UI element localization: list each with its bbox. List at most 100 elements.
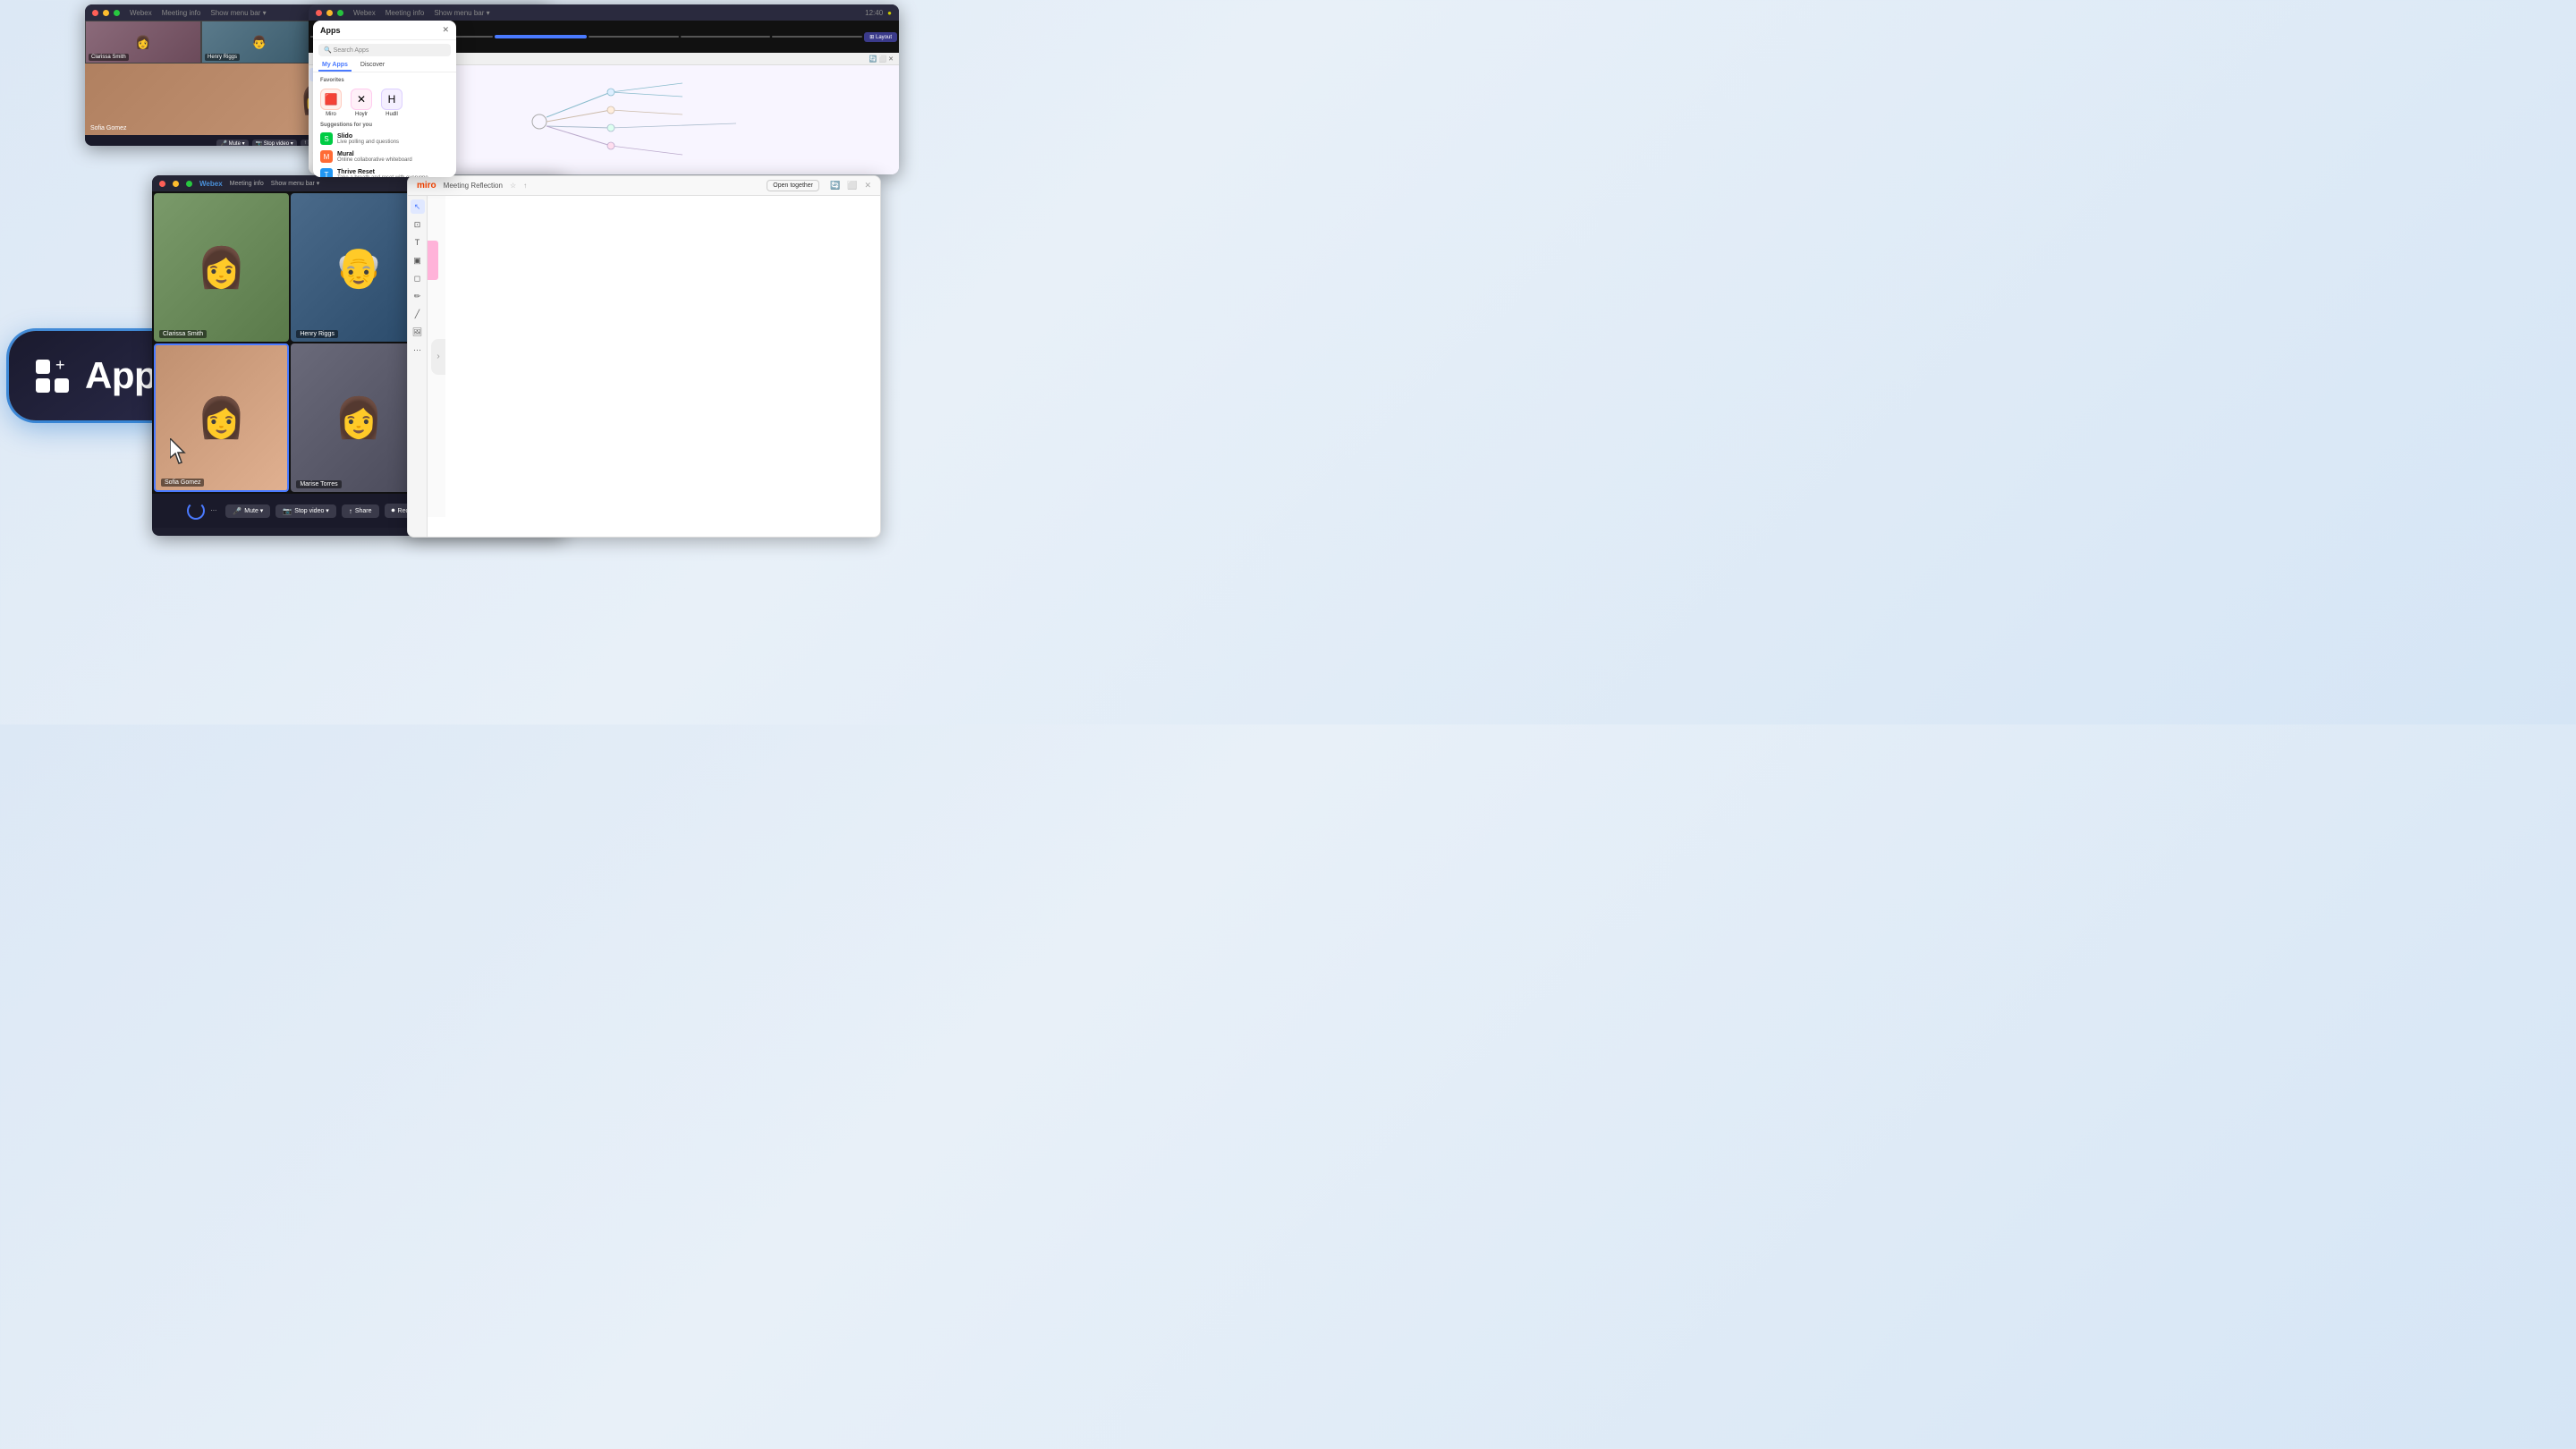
refresh-icon-br[interactable]: 🔄 bbox=[830, 181, 840, 191]
webex-logo-topleft: Webex bbox=[130, 9, 152, 17]
cell-name-marise: Marise Torres bbox=[296, 480, 341, 488]
pen-tool-br[interactable]: ✏ bbox=[411, 289, 425, 303]
apps-favorites-list: 🟥 Miro ✕ Hoylr H Hudll bbox=[313, 85, 456, 121]
image-tool-br[interactable]: 🖼 bbox=[411, 325, 425, 339]
thrive-desc: Take a breath and reset with everyone bbox=[337, 175, 449, 178]
maximize-dot[interactable] bbox=[114, 10, 120, 16]
close-dot-tr[interactable] bbox=[316, 10, 322, 16]
miro-content-br: ↖ ⊡ T ▣ ◻ ✏ ╱ 🖼 ⋯ What have you learned?… bbox=[408, 196, 880, 537]
meeting-info-bl[interactable]: Meeting info bbox=[230, 181, 264, 187]
cell-name-sofia: Sofia Gomez bbox=[161, 479, 204, 487]
suggestion-slido[interactable]: S Slido Live polling and questions bbox=[313, 130, 456, 148]
show-menu-tr[interactable]: Show menu bar ▾ bbox=[434, 9, 489, 17]
show-menu-bl[interactable]: Show menu bar ▾ bbox=[271, 180, 320, 187]
fav-app-miro[interactable]: 🟥 Miro bbox=[320, 89, 342, 117]
apps-panel-title: Apps bbox=[320, 26, 341, 35]
suggestions-label: Suggestions for you bbox=[313, 121, 456, 130]
shape-tool-br[interactable]: ◻ bbox=[411, 271, 425, 285]
connector-tool-br[interactable]: ╱ bbox=[411, 307, 425, 321]
mute-button-topleft[interactable]: 🎤 Mute ▾ bbox=[216, 140, 248, 147]
loading-spinner-bl bbox=[187, 502, 205, 520]
participant-thumb-1: 👩 Clarissa Smith bbox=[85, 21, 201, 64]
close-icon-br[interactable]: ✕ bbox=[864, 181, 871, 191]
part-tr-6 bbox=[772, 36, 862, 38]
min-dot-bl[interactable] bbox=[173, 181, 179, 187]
cell-name-clarissa: Clarissa Smith bbox=[159, 330, 207, 338]
video-cell-clarissa: 👩 Clarissa Smith bbox=[154, 193, 289, 342]
hudll-fav-label: Hudll bbox=[386, 112, 398, 117]
apps-panel-header: Apps ✕ bbox=[313, 21, 456, 40]
mural-icon: M bbox=[320, 150, 333, 163]
apps-search-input[interactable]: 🔍 Search Apps bbox=[318, 44, 451, 56]
frame-tool-br[interactable]: ⊡ bbox=[411, 217, 425, 232]
cell-name-henry: Henry Riggs bbox=[296, 330, 338, 338]
part-tr-4 bbox=[589, 36, 679, 38]
miro-logo-br: miro bbox=[417, 181, 436, 191]
suggestion-thrive[interactable]: T Thrive Reset Take a breath and reset w… bbox=[313, 165, 456, 177]
max-dot-bl[interactable] bbox=[186, 181, 192, 187]
slido-desc: Live polling and questions bbox=[337, 140, 449, 145]
webex-logo-bl: Webex bbox=[199, 180, 223, 188]
close-dot-bl[interactable] bbox=[159, 181, 165, 187]
window-titlebar-topright: Webex Meeting info Show menu bar ▾ 12:40… bbox=[309, 4, 899, 21]
star-icon-br[interactable]: ☆ bbox=[510, 182, 516, 190]
more-dots-bl: ⋯ bbox=[210, 507, 216, 514]
favorites-label: Favorites bbox=[313, 76, 456, 85]
cursor-icon bbox=[170, 438, 191, 467]
show-menu-bar[interactable]: Show menu bar ▾ bbox=[210, 9, 266, 17]
stop-video-btn-bl[interactable]: 📷 Stop video ▾ bbox=[275, 504, 336, 518]
hudll-fav-icon: H bbox=[381, 89, 402, 110]
time-tr: 12:40 bbox=[865, 9, 883, 17]
hoylr-fav-label: Hoylr bbox=[355, 112, 368, 117]
thrive-name: Thrive Reset bbox=[337, 169, 449, 175]
scroll-hint-br[interactable]: › bbox=[431, 339, 445, 375]
expand-icon-br[interactable]: ⬜ bbox=[847, 181, 857, 191]
miro-fav-label: Miro bbox=[326, 112, 336, 117]
maximize-dot-tr[interactable] bbox=[337, 10, 343, 16]
miro-window-bottomright: miro Meeting Reflection ☆ ↑ Open togethe… bbox=[407, 175, 881, 538]
mural-desc: Online collaborative whiteboard bbox=[337, 157, 449, 163]
miro-canvas-br: What have you learned? What was surp... … bbox=[428, 196, 445, 517]
my-apps-tab[interactable]: My Apps bbox=[318, 60, 352, 72]
layout-button-tr[interactable]: ⊞ Layout bbox=[864, 32, 897, 42]
miro-fav-icon: 🟥 bbox=[320, 89, 342, 110]
webex-logo-tr: Webex bbox=[353, 9, 376, 17]
thrive-icon: T bbox=[320, 168, 333, 177]
video-cell-henry: 👴 Henry Riggs bbox=[291, 193, 426, 342]
video-cell-sofia: 👩 Sofia Gomez bbox=[154, 343, 289, 492]
text-tool-br[interactable]: T bbox=[411, 235, 425, 250]
fav-app-hoylr[interactable]: ✕ Hoylr bbox=[351, 89, 372, 117]
apps-panel-close-button[interactable]: ✕ bbox=[442, 25, 449, 35]
suggestion-mural[interactable]: M Mural Online collaborative whiteboard bbox=[313, 148, 456, 165]
fav-app-hudll[interactable]: H Hudll bbox=[381, 89, 402, 117]
video-cell-marise: 👩 Marise Torres bbox=[291, 343, 426, 492]
mute-btn-bl[interactable]: 🎤 Mute ▾ bbox=[225, 504, 270, 518]
meeting-info-tr[interactable]: Meeting info bbox=[386, 9, 425, 17]
stop-video-button-topleft[interactable]: 📷 Stop video ▾ bbox=[252, 140, 297, 147]
participant-name-2: Henry Riggs bbox=[205, 54, 240, 61]
open-together-button[interactable]: Open together bbox=[767, 180, 819, 191]
part-tr-3 bbox=[495, 35, 587, 38]
sticky-tool-br[interactable]: ▣ bbox=[411, 253, 425, 267]
apps-tabs: My Apps Discover bbox=[313, 60, 456, 72]
sticky-partial: gu... n... visi... bbox=[428, 241, 438, 280]
minimize-dot[interactable] bbox=[103, 10, 109, 16]
participant-name-1: Clarissa Smith bbox=[89, 54, 129, 61]
share-icon-br[interactable]: ↑ bbox=[523, 182, 527, 190]
share-btn-bl[interactable]: ↑ Share bbox=[342, 504, 379, 518]
more-tools-br[interactable]: ⋯ bbox=[411, 343, 425, 357]
miro-board-label-br: Meeting Reflection bbox=[444, 182, 503, 190]
hoylr-fav-icon: ✕ bbox=[351, 89, 372, 110]
discover-tab[interactable]: Discover bbox=[357, 60, 388, 72]
main-speaker-name: Sofia Gomez bbox=[90, 125, 126, 131]
status-tr: ● bbox=[887, 9, 892, 17]
mindmap-svg bbox=[432, 65, 754, 174]
apps-dropdown-panel: Apps ✕ 🔍 Search Apps My Apps Discover Fa… bbox=[313, 21, 456, 177]
miro-titlebar-br: miro Meeting Reflection ☆ ↑ Open togethe… bbox=[408, 176, 880, 196]
select-tool-br[interactable]: ↖ bbox=[411, 199, 425, 214]
miro-tools-br: ↖ ⊡ T ▣ ◻ ✏ ╱ 🖼 ⋯ bbox=[408, 196, 428, 537]
close-dot[interactable] bbox=[92, 10, 98, 16]
minimize-dot-tr[interactable] bbox=[326, 10, 333, 16]
participant-thumb-2: 👨 Henry Riggs bbox=[201, 21, 318, 64]
meeting-info-link[interactable]: Meeting info bbox=[162, 9, 201, 17]
